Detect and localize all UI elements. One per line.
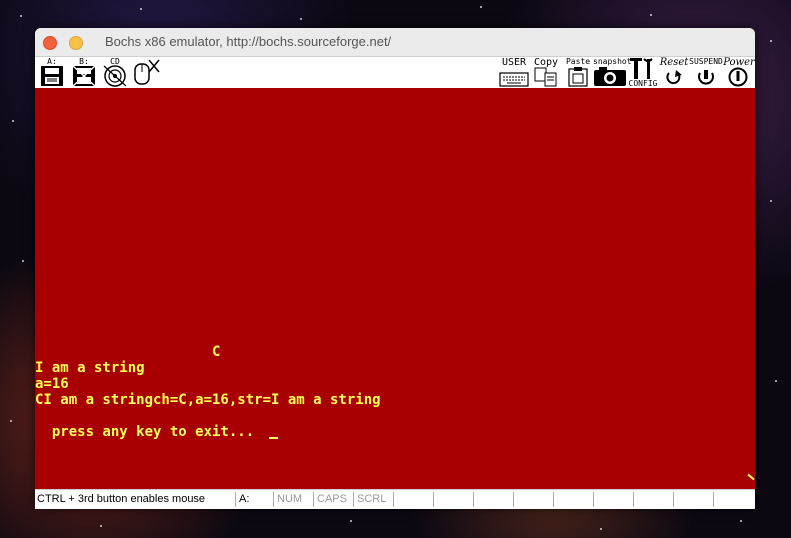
status-slot — [475, 492, 514, 507]
status-caps: CAPS — [315, 492, 354, 507]
config-button[interactable]: CONFIG — [627, 58, 659, 88]
text-cursor — [269, 437, 278, 439]
power-button[interactable]: Power — [723, 58, 755, 87]
suspend-icon — [698, 70, 714, 85]
title-bar[interactable]: Bochs x86 emulator, http://bochs.sourcef… — [35, 28, 755, 57]
status-scrl: SCRL — [355, 492, 394, 507]
clipboard-icon — [568, 67, 588, 87]
status-slot — [595, 492, 634, 507]
screen-line-6: press any key to exit... — [35, 424, 255, 440]
status-bar: CTRL + 3rd button enables mouse A: NUM C… — [35, 489, 755, 509]
keyboard-icon — [499, 72, 529, 87]
status-slot — [515, 492, 554, 507]
status-slot — [675, 492, 714, 507]
mouse-icon — [134, 59, 160, 85]
copy-button[interactable]: Copy — [533, 58, 559, 87]
snapshot-button[interactable]: snapshot — [593, 58, 632, 87]
status-message: CTRL + 3rd button enables mouse — [35, 492, 236, 507]
status-slot — [635, 492, 674, 507]
paste-button[interactable]: Paste — [565, 58, 591, 87]
status-slot — [435, 492, 474, 507]
mouse-button[interactable] — [131, 58, 161, 87]
floppy-b-button[interactable]: B: — [71, 58, 97, 87]
user-button[interactable]: USER — [499, 58, 529, 87]
screen-line-2: I am a string — [35, 360, 145, 376]
screen-line-3: a=16 — [35, 376, 69, 392]
reset-button[interactable]: Reset — [659, 58, 689, 87]
paste-label: Paste — [565, 57, 591, 66]
config-tools-icon — [630, 58, 653, 79]
close-button[interactable] — [43, 36, 57, 50]
status-drive: A: — [237, 492, 274, 507]
copy-icon — [534, 67, 557, 87]
vga-screen[interactable]: C I am a string a=16 CI am a stringch=C,… — [35, 88, 755, 489]
suspend-button[interactable]: SUSPEND — [689, 58, 723, 87]
status-num: NUM — [275, 492, 314, 507]
minimize-button[interactable] — [69, 36, 83, 50]
screen-line-1: C — [35, 344, 221, 360]
floppy-a-button[interactable]: A: — [39, 58, 65, 87]
screen-artifact — [747, 473, 755, 481]
floppy-icon — [41, 66, 63, 86]
cdrom-icon — [103, 65, 127, 87]
camera-icon — [594, 67, 626, 86]
reset-label: Reset — [659, 57, 689, 68]
status-slot — [555, 492, 594, 507]
screen-line-4: CI am a stringch=C,a=16,str=I am a strin… — [35, 392, 381, 408]
floppy-icon — [72, 65, 96, 87]
cdrom-button[interactable]: CD — [101, 58, 129, 87]
user-label: USER — [501, 57, 527, 68]
toolbar: A: B: CD USER Copy Paste snapshot CONFIG… — [35, 57, 755, 88]
power-icon — [728, 67, 748, 87]
suspend-label: SUSPEND — [689, 57, 723, 66]
reset-icon — [666, 70, 682, 85]
bochs-window: Bochs x86 emulator, http://bochs.sourcef… — [35, 28, 755, 509]
window-title: Bochs x86 emulator, http://bochs.sourcef… — [105, 34, 392, 49]
config-label: CONFIG — [628, 79, 658, 88]
status-slot — [715, 492, 753, 507]
status-slot — [395, 492, 434, 507]
